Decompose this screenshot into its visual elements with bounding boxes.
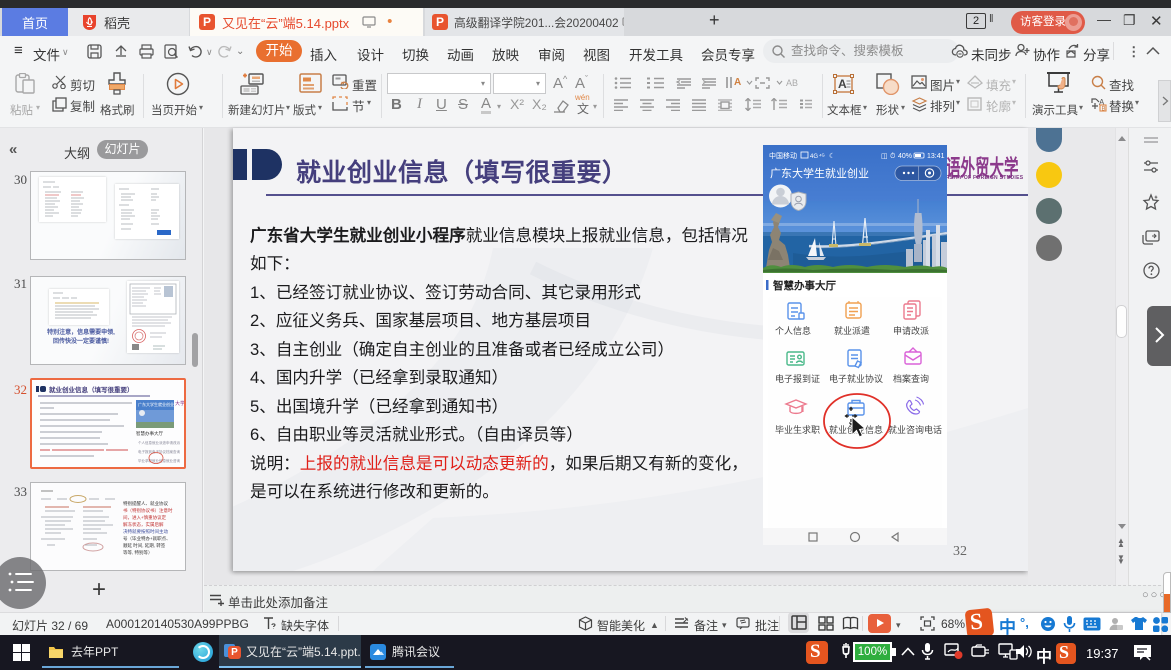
svg-text:毕业生求职: 毕业生求职	[775, 424, 820, 435]
svg-text:13:41: 13:41	[927, 153, 945, 160]
svg-text:就业派遣: 就业派遣	[152, 440, 166, 445]
svg-text:间，进入+慎重协议定: 间，进入+慎重协议定	[123, 514, 167, 521]
svg-text:⏱: ⏱	[890, 152, 896, 160]
svg-text:档案查询: 档案查询	[893, 373, 929, 384]
svg-text:智慧办事大厅: 智慧办事大厅	[136, 430, 163, 437]
svg-text:就业创业信息（填写很重要）: 就业创业信息（填写很重要）	[49, 385, 134, 394]
svg-text:决特就要按照时间主动: 决特就要按照时间主动	[123, 528, 168, 535]
svg-text:顺延 时间, 延期, 转签: 顺延 时间, 延期, 转签	[123, 542, 166, 549]
svg-text:毕业求职: 毕业求职	[138, 458, 152, 463]
svg-text:个人信息: 个人信息	[775, 325, 811, 336]
svg-text:40%: 40%	[898, 153, 912, 160]
svg-text:就业信息: 就业信息	[152, 458, 166, 463]
svg-text:等等, 特别等）: 等等, 特别等）	[123, 549, 153, 556]
svg-text:特别提醒人、就业协议: 特别提醒人、就业协议	[123, 500, 168, 507]
svg-text:智慧办事大厅: 智慧办事大厅	[772, 279, 836, 292]
svg-text:就业咨询电话: 就业咨询电话	[888, 424, 942, 435]
svg-text:就业咨询: 就业咨询	[166, 458, 180, 463]
svg-text:解冻状态，实属后解: 解冻状态，实属后解	[123, 521, 164, 528]
svg-text:电子报到证: 电子报到证	[775, 373, 820, 384]
svg-text:就业派遣: 就业派遣	[834, 325, 870, 336]
svg-text:广东大学生就业创业: 广东大学生就业创业	[138, 401, 174, 407]
svg-text:个人信息: 个人信息	[138, 440, 152, 445]
svg-text:☾: ☾	[829, 152, 835, 160]
svg-text:B: B	[1102, 107, 1106, 113]
svg-text:中国移动: 中国移动	[769, 151, 797, 160]
svg-text:档案查询: 档案查询	[166, 449, 180, 454]
svg-text:申请改派: 申请改派	[893, 325, 929, 336]
svg-text:A: A	[838, 77, 847, 91]
svg-text:广东大学生就业创业: 广东大学生就业创业	[770, 166, 869, 180]
svg-text:A: A	[734, 77, 741, 88]
svg-text:电子就业协议: 电子就业协议	[829, 373, 883, 384]
svg-text:书（特别协议书）注意时: 书（特别协议书）注意时	[123, 507, 173, 514]
svg-text:电子报到: 电子报到	[138, 449, 152, 454]
svg-text:AB: AB	[786, 78, 798, 88]
svg-text:⁴ᴳ: ⁴ᴳ	[819, 153, 825, 160]
svg-text:4G: 4G	[810, 154, 818, 160]
svg-text:申请改派: 申请改派	[166, 440, 180, 445]
svg-text:大学: 大学	[175, 400, 184, 407]
svg-text:◫: ◫	[881, 153, 888, 160]
svg-text:号（毕业特办+就职点、: 号（毕业特办+就职点、	[123, 535, 171, 542]
